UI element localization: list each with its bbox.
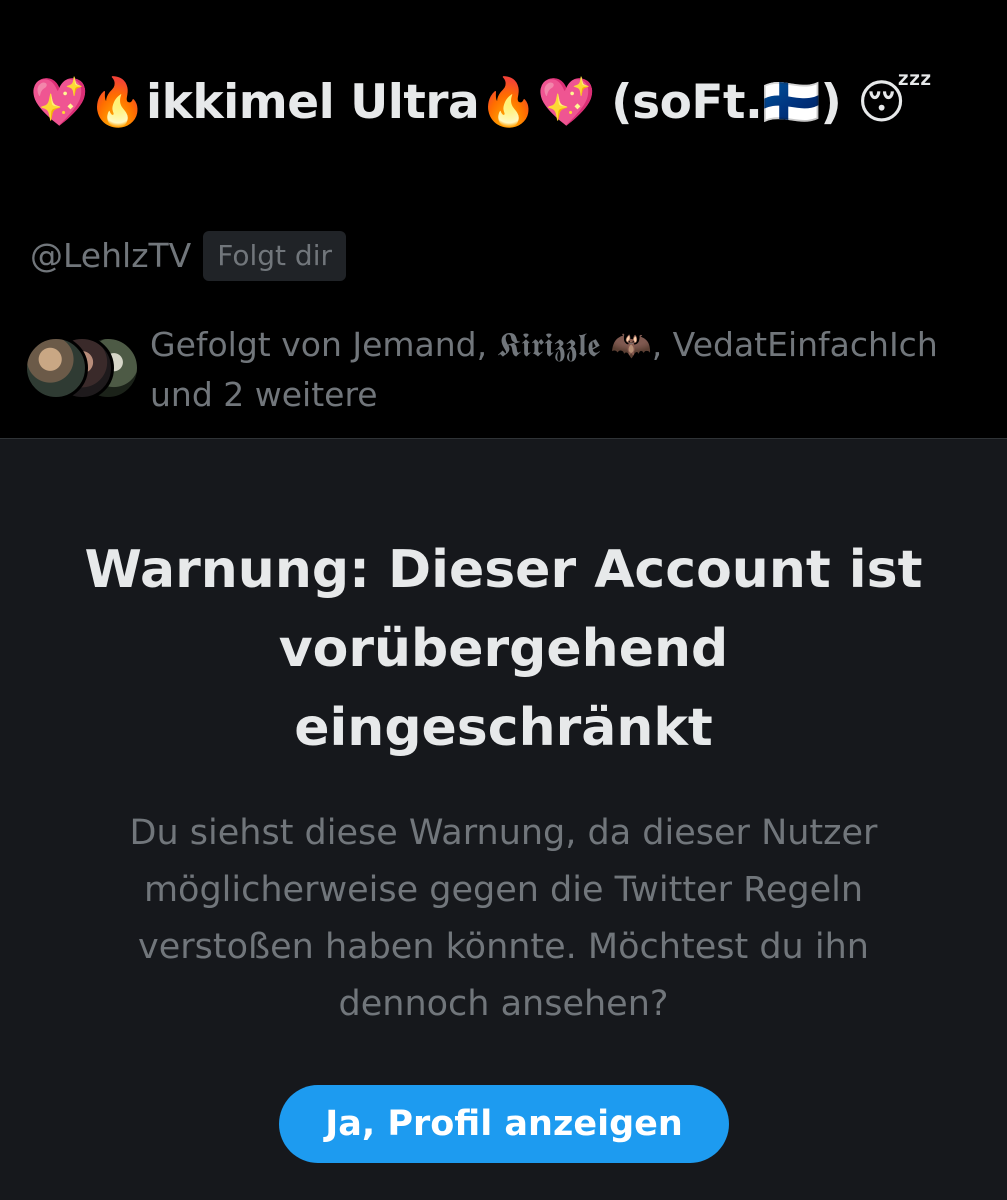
warning-title: Warnung: Dieser Account ist vorübergehen… <box>84 540 923 758</box>
profile-handle-row: @LehlzTV Folgt dir <box>30 228 346 284</box>
follows-you-badge: Folgt dir <box>203 231 346 281</box>
followed-by-section[interactable]: Gefolgt von Jemand, 𝕶𝖎𝖗𝖎𝖟𝖟𝖑𝖊 🦇, VedatEin… <box>24 320 984 420</box>
warning-description: Du siehst diese Warnung, da dieser Nutze… <box>129 813 878 1024</box>
avatar[interactable] <box>24 336 88 400</box>
restricted-account-warning: Warnung: Dieser Account ist vorübergehen… <box>0 439 1007 1200</box>
profile-display-name: 💖🔥ikkimel Ultra🔥💖 (soFt.🇫🇮) 😴 <box>30 75 933 130</box>
profile-header: 💖🔥ikkimel Ultra🔥💖 (soFt.🇫🇮) 😴 @LehlzTV F… <box>0 0 1007 438</box>
view-profile-button[interactable]: Ja, Profil anzeigen <box>279 1085 729 1163</box>
profile-handle: @LehlzTV <box>30 236 192 275</box>
followed-by-text[interactable]: Gefolgt von Jemand, 𝕶𝖎𝖗𝖎𝖟𝖟𝖑𝖊 🦇, VedatEin… <box>150 320 990 420</box>
follower-avatars[interactable] <box>24 336 140 400</box>
